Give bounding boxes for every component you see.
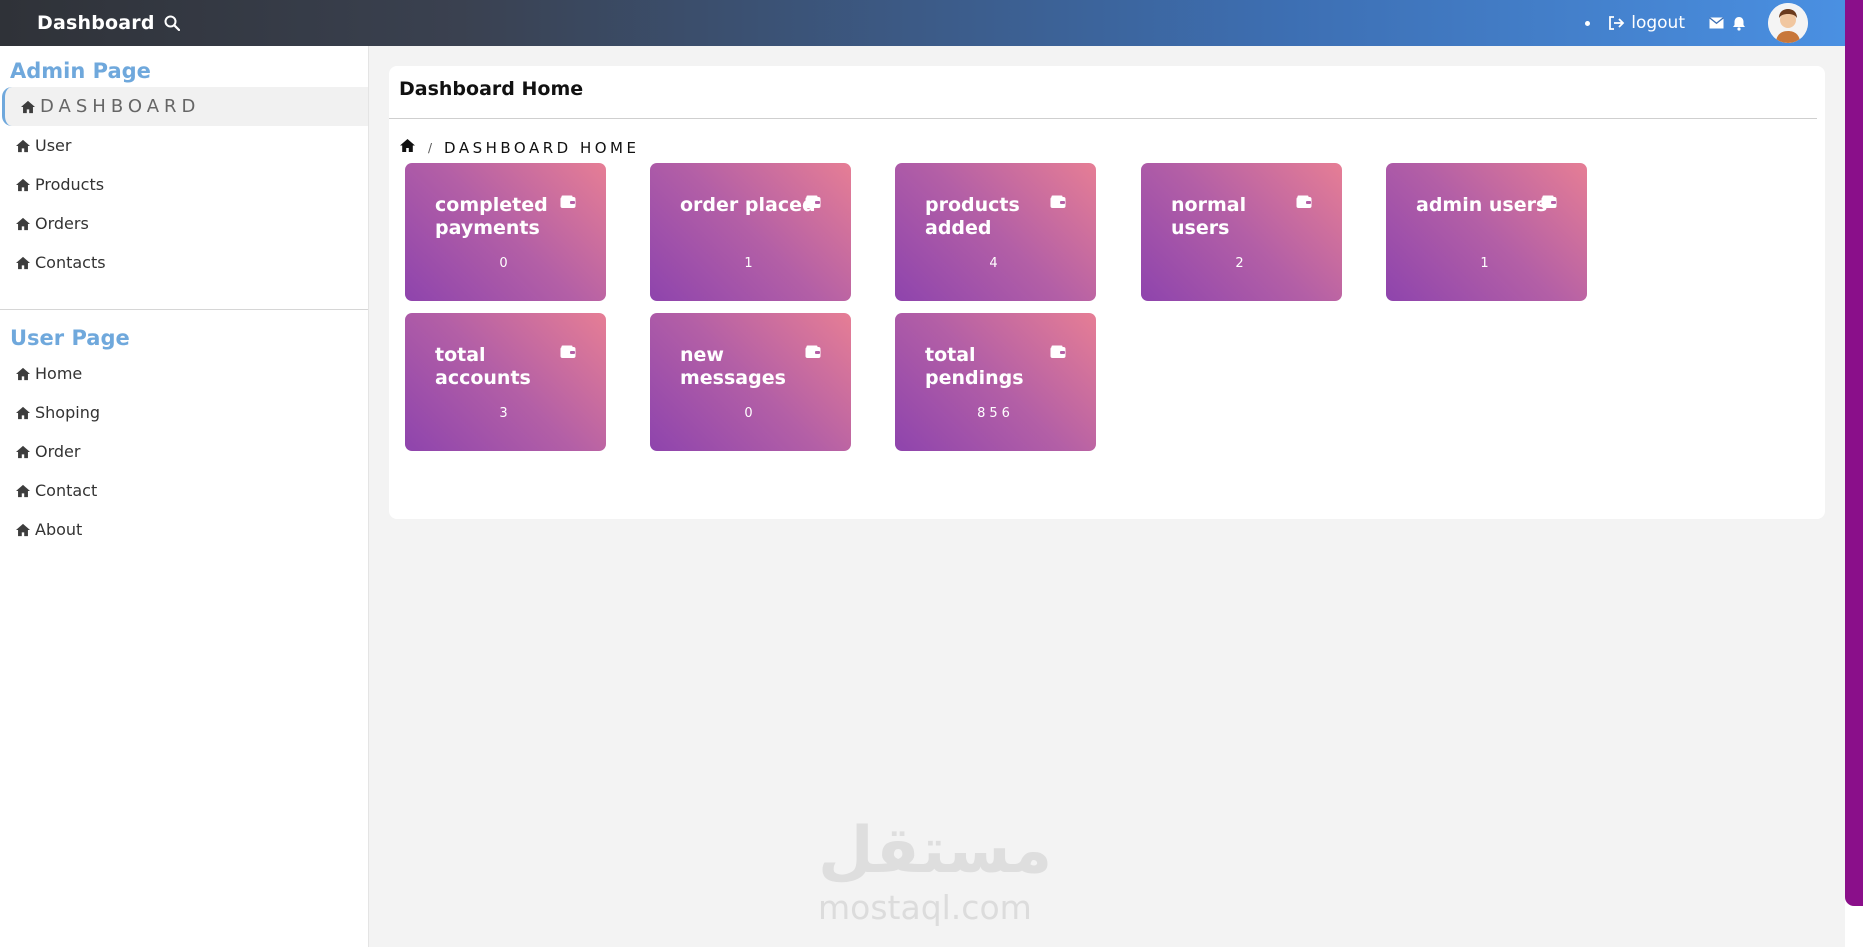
home-icon — [15, 523, 35, 537]
home-icon — [15, 484, 35, 498]
home-icon — [15, 178, 35, 192]
stat-card[interactable]: total pendings 856 — [895, 313, 1096, 451]
sidebar-item-about[interactable]: About — [0, 510, 368, 549]
stat-card-value: 0 — [744, 406, 757, 421]
breadcrumb-current: DASHBOARD HOME — [444, 138, 640, 157]
stat-card[interactable]: products added 4 — [895, 163, 1096, 301]
home-icon[interactable] — [399, 138, 416, 157]
wallet-icon — [1296, 194, 1312, 213]
stat-card-value: 3 — [499, 406, 512, 421]
sidebar-item-order[interactable]: Order — [0, 432, 368, 471]
sidebar-item-label: About — [35, 520, 83, 539]
logout-link[interactable]: logout — [1608, 13, 1685, 33]
breadcrumb-separator: / — [428, 140, 433, 155]
bullet-dot — [1585, 20, 1591, 26]
mail-icon[interactable] — [1709, 17, 1724, 29]
stat-card[interactable]: order placed 1 — [650, 163, 851, 301]
title-divider — [389, 118, 1817, 119]
wallet-icon — [805, 194, 821, 213]
sidebar-item-user[interactable]: User — [0, 126, 368, 165]
sidebar-item-label: Orders — [35, 214, 89, 233]
home-icon — [20, 100, 40, 114]
logout-icon — [1609, 16, 1625, 30]
stat-card-title: normal users — [1171, 194, 1247, 239]
stat-card-value: 0 — [499, 256, 512, 271]
home-icon — [15, 256, 35, 270]
sidebar-item-home[interactable]: Home — [0, 354, 368, 393]
sidebar-item-orders[interactable]: Orders — [0, 204, 368, 243]
home-icon — [15, 445, 35, 459]
breadcrumb: / DASHBOARD HOME — [399, 138, 639, 157]
sidebar-item-label: Home — [35, 364, 83, 383]
home-icon — [15, 406, 35, 420]
scrollbar-thumb[interactable] — [1845, 0, 1863, 906]
stat-card-title: total accounts — [435, 344, 531, 389]
sidebar-item-products[interactable]: Products — [0, 165, 368, 204]
wallet-icon — [560, 344, 576, 363]
avatar[interactable] — [1768, 3, 1808, 43]
top-navbar: Dashboard logout — [0, 0, 1845, 46]
stat-card-title: order placed — [680, 194, 816, 216]
wallet-icon — [805, 344, 821, 363]
admin-nav-list: DASHBOARD User Products Orders Contacts — [0, 87, 368, 282]
stat-card-value: 1 — [744, 256, 757, 271]
stat-card-title: products added — [925, 194, 1020, 239]
page-title: Dashboard Home — [399, 78, 584, 100]
stat-card-title: new messages — [680, 344, 786, 389]
sidebar-item-label: Products — [35, 175, 105, 194]
home-icon — [15, 139, 35, 153]
wallet-icon — [1050, 344, 1066, 363]
bell-icon[interactable] — [1732, 16, 1746, 31]
watermark-latin: mostaql.com — [818, 888, 1032, 927]
stat-card-value: 2 — [1235, 256, 1248, 271]
stat-card-title: completed payments — [435, 194, 548, 239]
stat-card[interactable]: normal users 2 — [1141, 163, 1342, 301]
page-scrollbar[interactable] — [1845, 0, 1863, 947]
sidebar-item-contact[interactable]: Contact — [0, 471, 368, 510]
sidebar-item-dashboard[interactable]: DASHBOARD — [2, 87, 368, 126]
stat-card[interactable]: total accounts 3 — [405, 313, 606, 451]
sidebar-item-label: Contacts — [35, 253, 106, 272]
home-icon — [15, 217, 35, 231]
wallet-icon — [560, 194, 576, 213]
sidebar-item-label: Order — [35, 442, 81, 461]
stat-card[interactable]: new messages 0 — [650, 313, 851, 451]
home-icon — [15, 367, 35, 381]
wallet-icon — [1541, 194, 1557, 213]
stat-card[interactable]: completed payments 0 — [405, 163, 606, 301]
sidebar-item-shoping[interactable]: Shoping — [0, 393, 368, 432]
user-nav-list: Home Shoping Order Contact About — [0, 354, 368, 549]
stat-card-value: 1 — [1480, 256, 1493, 271]
search-icon[interactable] — [164, 14, 182, 32]
stat-card-title: total pendings — [925, 344, 1024, 389]
watermark-arabic: مستقل — [818, 814, 1053, 888]
logout-label: logout — [1631, 13, 1685, 33]
topbar-actions: logout — [1585, 0, 1808, 46]
stat-card-value: 856 — [977, 406, 1014, 421]
user-section-title: User Page — [10, 326, 130, 350]
brand-title[interactable]: Dashboard — [37, 12, 155, 34]
stat-card-value: 4 — [989, 256, 1002, 271]
sidebar-divider — [0, 309, 368, 310]
admin-section-title: Admin Page — [10, 59, 151, 83]
dashboard-panel: Dashboard Home / DASHBOARD HOME complete… — [389, 66, 1825, 519]
sidebar: Admin Page DASHBOARD User Products Orders Co… — [0, 46, 369, 947]
sidebar-item-label: User — [35, 136, 72, 155]
stat-card-title: admin users — [1416, 194, 1548, 216]
sidebar-item-contacts[interactable]: Contacts — [0, 243, 368, 282]
sidebar-item-label: Shoping — [35, 403, 100, 422]
stat-card[interactable]: admin users 1 — [1386, 163, 1587, 301]
sidebar-item-label: DASHBOARD — [40, 96, 201, 117]
wallet-icon — [1050, 194, 1066, 213]
sidebar-item-label: Contact — [35, 481, 98, 500]
